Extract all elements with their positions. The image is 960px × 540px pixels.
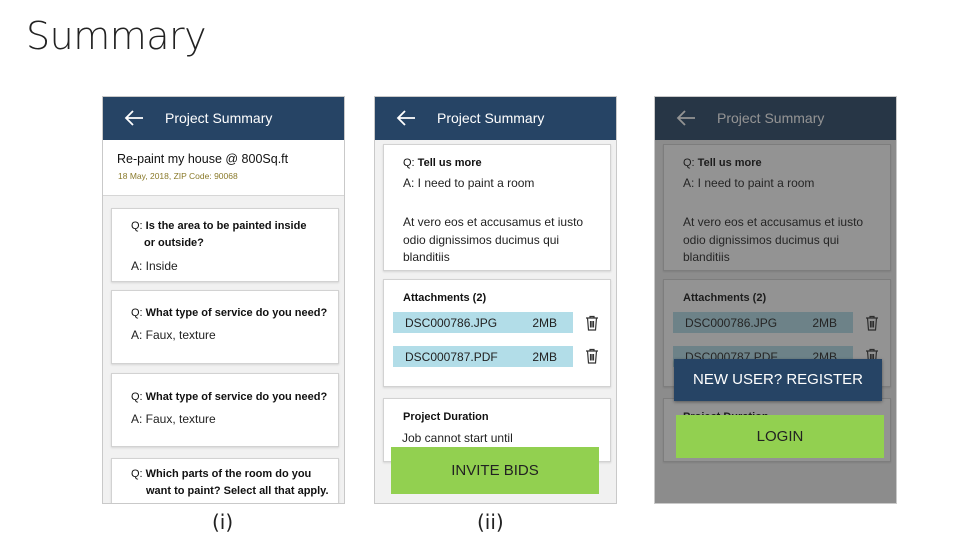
duration-title: Project Duration: [403, 411, 489, 423]
back-arrow-icon[interactable]: [123, 109, 145, 127]
screen-caption: (i): [212, 510, 234, 534]
question-card[interactable]: Q: Which parts of the room do you want t…: [111, 458, 339, 503]
question-text: Q: Is the area to be painted inside or o…: [131, 220, 307, 249]
trash-icon[interactable]: [585, 348, 599, 364]
duration-text: Job cannot start until: [402, 431, 513, 445]
screen-project-summary-i: Project Summary Re-paint my house @ 800S…: [102, 96, 345, 504]
answer-text: A: Faux, texture: [131, 328, 216, 342]
back-arrow-icon[interactable]: [395, 109, 417, 127]
screen-project-summary-login: Project Summary Q: Tell us more A: I nee…: [654, 96, 897, 504]
attachment-item[interactable]: DSC000787.PDF 2MB: [393, 346, 573, 367]
project-meta: 18 May, 2018, ZIP Code: 90068: [118, 171, 238, 181]
app-bar-title: Project Summary: [437, 110, 545, 126]
app-bar: Project Summary: [103, 97, 344, 140]
description-text: At vero eos et accusamus et iusto odio d…: [403, 215, 584, 264]
attachment-item[interactable]: DSC000786.JPG 2MB: [393, 312, 573, 333]
invite-bids-button[interactable]: INVITE BIDS: [391, 447, 599, 494]
app-bar-title: Project Summary: [165, 110, 273, 126]
project-title: Re-paint my house @ 800Sq.ft: [117, 152, 289, 166]
tell-us-more-card: Q: Tell us more A: I need to paint a roo…: [383, 144, 611, 271]
attachment-size: 2MB: [532, 350, 557, 364]
screen-caption: (ii): [477, 510, 504, 534]
project-header: Re-paint my house @ 800Sq.ft 18 May, 201…: [103, 140, 344, 196]
slide-title: Summary: [26, 14, 207, 58]
answer-text: A: Faux, texture: [131, 412, 216, 426]
question-card[interactable]: Q: Is the area to be painted inside or o…: [111, 208, 339, 282]
question-text: Q: Which parts of the room do you want t…: [131, 468, 329, 497]
new-user-register-button[interactable]: NEW USER? REGISTER: [674, 359, 882, 401]
question-text: Q: What type of service do you need?: [131, 307, 328, 319]
question-card[interactable]: Q: What type of service do you need? A: …: [111, 373, 339, 447]
attachments-title: Attachments (2): [403, 292, 487, 304]
login-button[interactable]: LOGIN: [676, 415, 884, 458]
attachment-name: DSC000787.PDF: [405, 350, 498, 364]
question-card[interactable]: Q: What type of service do you need? A: …: [111, 290, 339, 364]
attachment-name: DSC000786.JPG: [405, 316, 498, 330]
question-text: Q: What type of service do you need?: [131, 391, 328, 403]
question-text: Q: Tell us more: [403, 157, 482, 169]
trash-icon[interactable]: [585, 315, 599, 331]
app-bar: Project Summary: [375, 97, 616, 140]
answer-text: A: I need to paint a room: [403, 176, 535, 190]
screen-project-summary-ii: Project Summary Q: Tell us more A: I nee…: [374, 96, 617, 504]
attachment-size: 2MB: [532, 316, 557, 330]
answer-text: A: Inside: [131, 259, 178, 273]
attachments-card: Attachments (2) DSC000786.JPG 2MB DSC000…: [383, 279, 611, 387]
